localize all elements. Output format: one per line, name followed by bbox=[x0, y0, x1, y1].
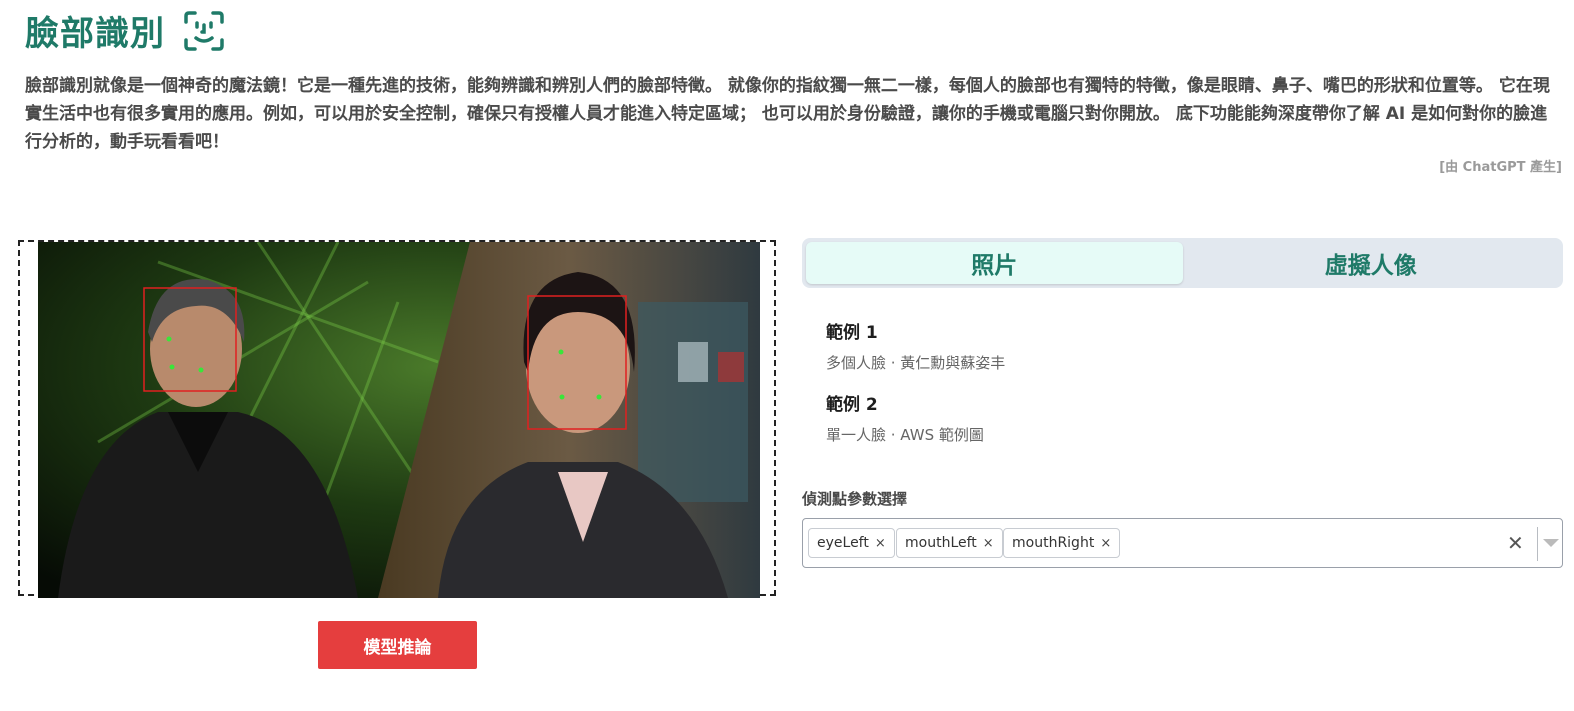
tab-virtual-avatar[interactable]: 虛擬人像 bbox=[1183, 242, 1560, 284]
title-row: 臉部識別 bbox=[25, 6, 225, 55]
remove-chip-icon[interactable]: × bbox=[983, 536, 994, 551]
example-title: 範例 2 bbox=[826, 395, 878, 415]
selected-chip-mouthLeft: mouthLeft × bbox=[896, 528, 1003, 558]
example-photo bbox=[38, 242, 760, 598]
model-inference-button[interactable]: 模型推論 bbox=[318, 621, 477, 669]
intro-text: 臉部識別就像是一個神奇的魔法鏡！它是一種先進的技術，能夠辨識和辨別人們的臉部特徵… bbox=[25, 76, 1550, 152]
credit-note: [由 ChatGPT 產生] bbox=[1439, 160, 1562, 175]
example-item-1[interactable]: 範例 1 多個人臉 · 黃仁勳與蘇姿丰 bbox=[826, 318, 1005, 373]
example-item-2[interactable]: 範例 2 單一人臉 · AWS 範例圖 bbox=[826, 390, 984, 445]
face-scan-icon bbox=[184, 10, 224, 51]
chip-label: mouthRight bbox=[1012, 535, 1095, 551]
example-title: 範例 1 bbox=[826, 323, 878, 343]
selected-chip-eyeLeft: eyeLeft × bbox=[808, 528, 895, 558]
chip-label: eyeLeft bbox=[817, 535, 869, 551]
tab-photo[interactable]: 照片 bbox=[806, 242, 1183, 284]
chip-label: mouthLeft bbox=[905, 535, 977, 551]
remove-chip-icon[interactable]: × bbox=[875, 536, 886, 551]
selected-chip-mouthRight: mouthRight × bbox=[1003, 528, 1121, 558]
source-tabs: 照片 虛擬人像 bbox=[802, 238, 1563, 288]
landmark-multiselect[interactable]: eyeLeft × mouthLeft × mouthRight × ✕ bbox=[802, 518, 1563, 568]
dropdown-caret-icon[interactable] bbox=[1543, 539, 1559, 547]
clear-all-icon[interactable]: ✕ bbox=[1507, 531, 1524, 555]
page-title: 臉部識別 bbox=[25, 14, 165, 54]
example-description: 單一人臉 · AWS 範例圖 bbox=[826, 426, 984, 444]
remove-chip-icon[interactable]: × bbox=[1100, 536, 1111, 551]
divider bbox=[1537, 527, 1538, 561]
image-dropzone[interactable] bbox=[18, 240, 776, 598]
param-select-label: 偵測點參數選擇 bbox=[802, 490, 908, 508]
example-description: 多個人臉 · 黃仁勳與蘇姿丰 bbox=[826, 354, 1006, 372]
